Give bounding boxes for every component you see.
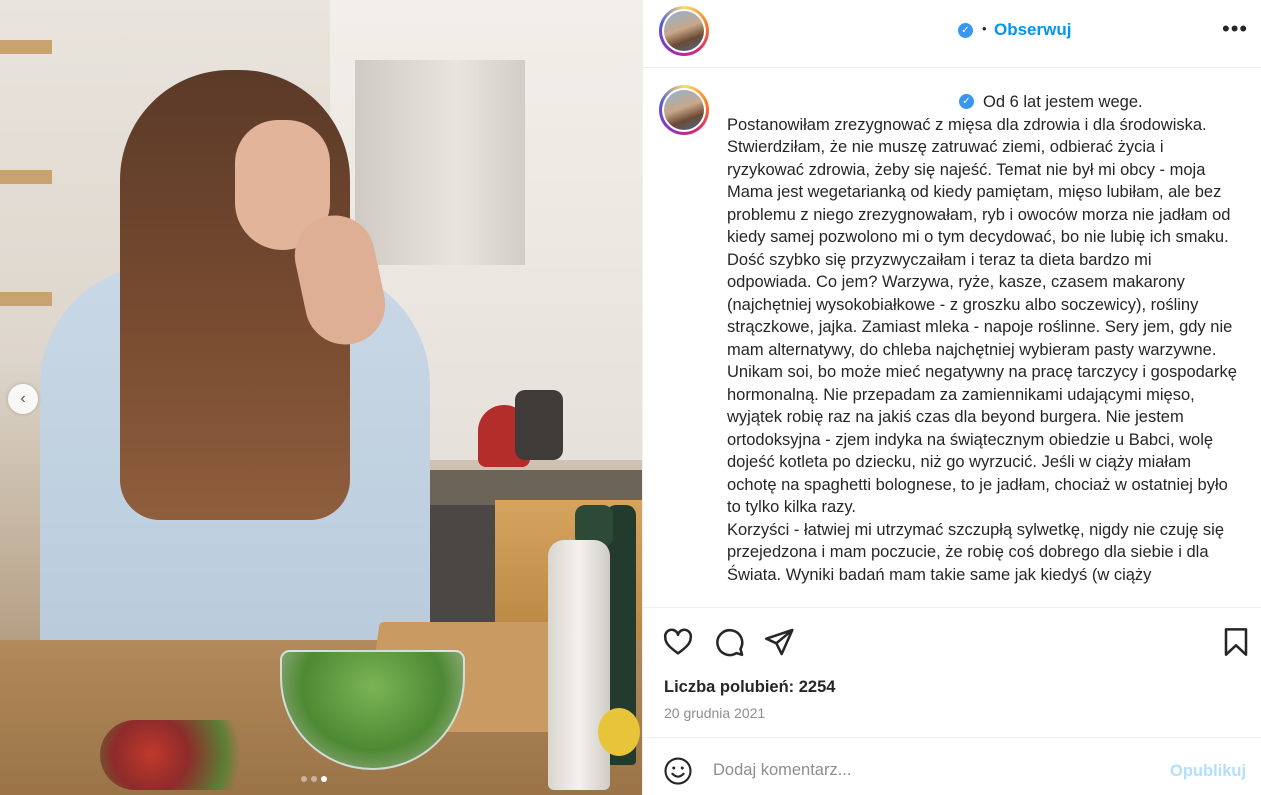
header-separator: •	[982, 21, 987, 36]
photo-oil-bottle	[548, 540, 610, 790]
publish-button[interactable]: Opublikuj	[1170, 762, 1246, 781]
photo-mixer	[515, 390, 563, 460]
emoji-icon[interactable]	[663, 756, 693, 786]
post-side-panel: ✓ • Obserwuj ••• ✓ Od 6 lat jestem wege.…	[642, 0, 1261, 795]
comment-input[interactable]	[713, 756, 1153, 784]
photo-shelf	[0, 170, 52, 184]
carousel-dot-active	[321, 776, 327, 782]
caption-text: Od 6 lat jestem wege. Postanowiłam zrezy…	[727, 91, 1239, 586]
post-header: ✓ • Obserwuj •••	[643, 0, 1261, 68]
photo-vegetables	[100, 720, 270, 790]
chevron-left-icon: ‹	[20, 390, 26, 407]
verified-icon: ✓	[958, 23, 973, 38]
comment-bar: Opublikuj	[643, 737, 1261, 795]
heart-icon[interactable]	[662, 626, 694, 658]
post-date[interactable]: 20 grudnia 2021	[664, 705, 765, 721]
author-avatar[interactable]	[659, 6, 709, 56]
photo-lemon	[598, 708, 640, 756]
bookmark-icon[interactable]	[1220, 626, 1252, 658]
photo-shelf	[0, 292, 52, 306]
share-icon[interactable]	[763, 626, 795, 658]
caption-body: Od 6 lat jestem wege. Postanowiłam zrezy…	[727, 93, 1237, 584]
carousel-prev-button[interactable]: ‹	[8, 384, 38, 414]
photo-shelf	[0, 40, 52, 54]
follow-button[interactable]: Obserwuj	[994, 20, 1071, 40]
avatar-image	[664, 11, 704, 51]
carousel-dot	[301, 776, 307, 782]
carousel-dot	[311, 776, 317, 782]
more-icon[interactable]: •••	[1222, 18, 1248, 40]
post-actions: Liczba polubień: 2254 20 grudnia 2021	[643, 607, 1261, 737]
comment-icon[interactable]	[713, 626, 745, 658]
caption-author-avatar[interactable]	[659, 85, 709, 135]
carousel-dots	[301, 776, 327, 782]
likes-count[interactable]: Liczba polubień: 2254	[664, 678, 835, 697]
post-media[interactable]: ‹	[0, 0, 642, 795]
avatar-image	[664, 90, 704, 130]
photo-range-hood	[355, 60, 525, 265]
caption-scroll-area[interactable]: ✓ Od 6 lat jestem wege. Postanowiłam zre…	[643, 69, 1261, 607]
